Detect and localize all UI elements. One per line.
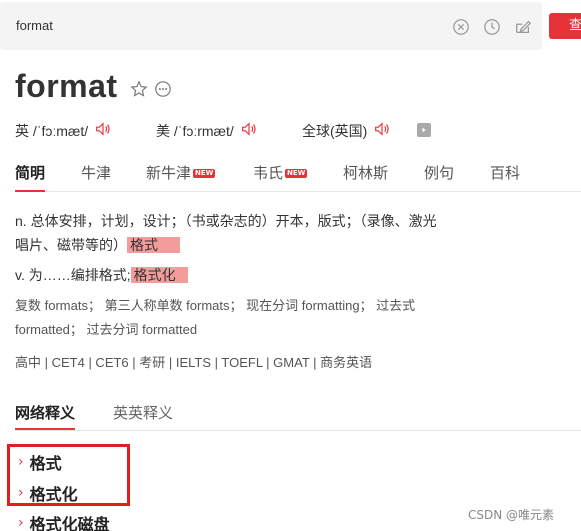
verb-definition: v. 为……编排格式; 格式化: [15, 263, 188, 287]
more-icon[interactable]: [154, 80, 172, 102]
speaker-icon[interactable]: [240, 120, 258, 141]
edit-icon[interactable]: [513, 17, 533, 37]
tab-webster[interactable]: 韦氏 NEW: [253, 162, 308, 183]
pron-us: 美 /ˈfɔːrmæt/: [156, 120, 258, 141]
pron-uk: 英 /ˈfɔːmæt/: [15, 120, 112, 141]
noun-definition: n. 总体安排，计划，设计；（书或杂志的）开本，版式；（录像、激光 唱片、磁带等…: [15, 209, 575, 257]
search-bar: 查: [0, 0, 581, 56]
highlighted-term: 格式: [127, 237, 180, 253]
tab-english-definitions[interactable]: 英英释义: [113, 402, 173, 423]
chevron-right-icon: ›: [18, 515, 24, 531]
star-icon[interactable]: [130, 80, 148, 102]
noun-definition-line1: n. 总体安排，计划，设计；（书或杂志的）开本，版式；（录像、激光: [15, 213, 437, 229]
clear-icon[interactable]: [451, 17, 471, 37]
tab-encyclopedia[interactable]: 百科: [490, 162, 520, 183]
new-badge: NEW: [285, 169, 308, 178]
divider: [15, 430, 581, 431]
tab-examples[interactable]: 例句: [424, 162, 454, 183]
word-forms-line2: formatted； 过去分词 formatted: [15, 322, 198, 337]
word-forms: 复数 formats； 第三人称单数 formats； 现在分词 formatt…: [15, 294, 415, 342]
exam-tags: 高中 | CET4 | CET6 | 考研 | IELTS | TOEFL | …: [15, 355, 373, 370]
word-forms-line1: 复数 formats； 第三人称单数 formats； 现在分词 formatt…: [15, 298, 416, 313]
tab-collins[interactable]: 柯林斯: [343, 162, 388, 183]
annotation-box: [7, 444, 130, 506]
headword-actions: [130, 80, 172, 102]
search-button[interactable]: 查: [549, 13, 581, 39]
web-definition-item[interactable]: › 格式化磁盘: [18, 511, 110, 531]
pron-global-label: 全球(英国): [302, 122, 368, 139]
new-badge: NEW: [193, 169, 216, 178]
search-input[interactable]: [16, 18, 436, 33]
search-box: [0, 2, 542, 50]
speaker-icon[interactable]: [373, 120, 391, 141]
dictionary-tabs: 简明 牛津 新牛津 NEW 韦氏 NEW 柯林斯 例句 百科: [15, 162, 581, 192]
tab-new-oxford[interactable]: 新牛津 NEW: [146, 162, 216, 183]
play-icon[interactable]: [417, 123, 431, 137]
tab-oxford[interactable]: 牛津: [81, 162, 111, 183]
history-icon[interactable]: [482, 17, 502, 37]
tab-concise[interactable]: 简明: [15, 162, 46, 192]
pron-uk-label: 英 /ˈfɔːmæt/: [15, 122, 89, 139]
pron-us-label: 美 /ˈfɔːrmæt/: [156, 122, 234, 139]
headword: format: [15, 68, 118, 104]
speaker-icon[interactable]: [94, 120, 112, 141]
tab-web-definitions[interactable]: 网络释义: [15, 402, 76, 430]
highlighted-term: 格式化: [130, 267, 188, 283]
verb-definition-text: v. 为……编排格式;: [15, 267, 131, 283]
watermark: CSDN @唯元素: [468, 508, 555, 522]
pron-global: 全球(英国): [302, 120, 391, 141]
noun-definition-line2: 唱片、磁带等的）: [15, 237, 127, 253]
